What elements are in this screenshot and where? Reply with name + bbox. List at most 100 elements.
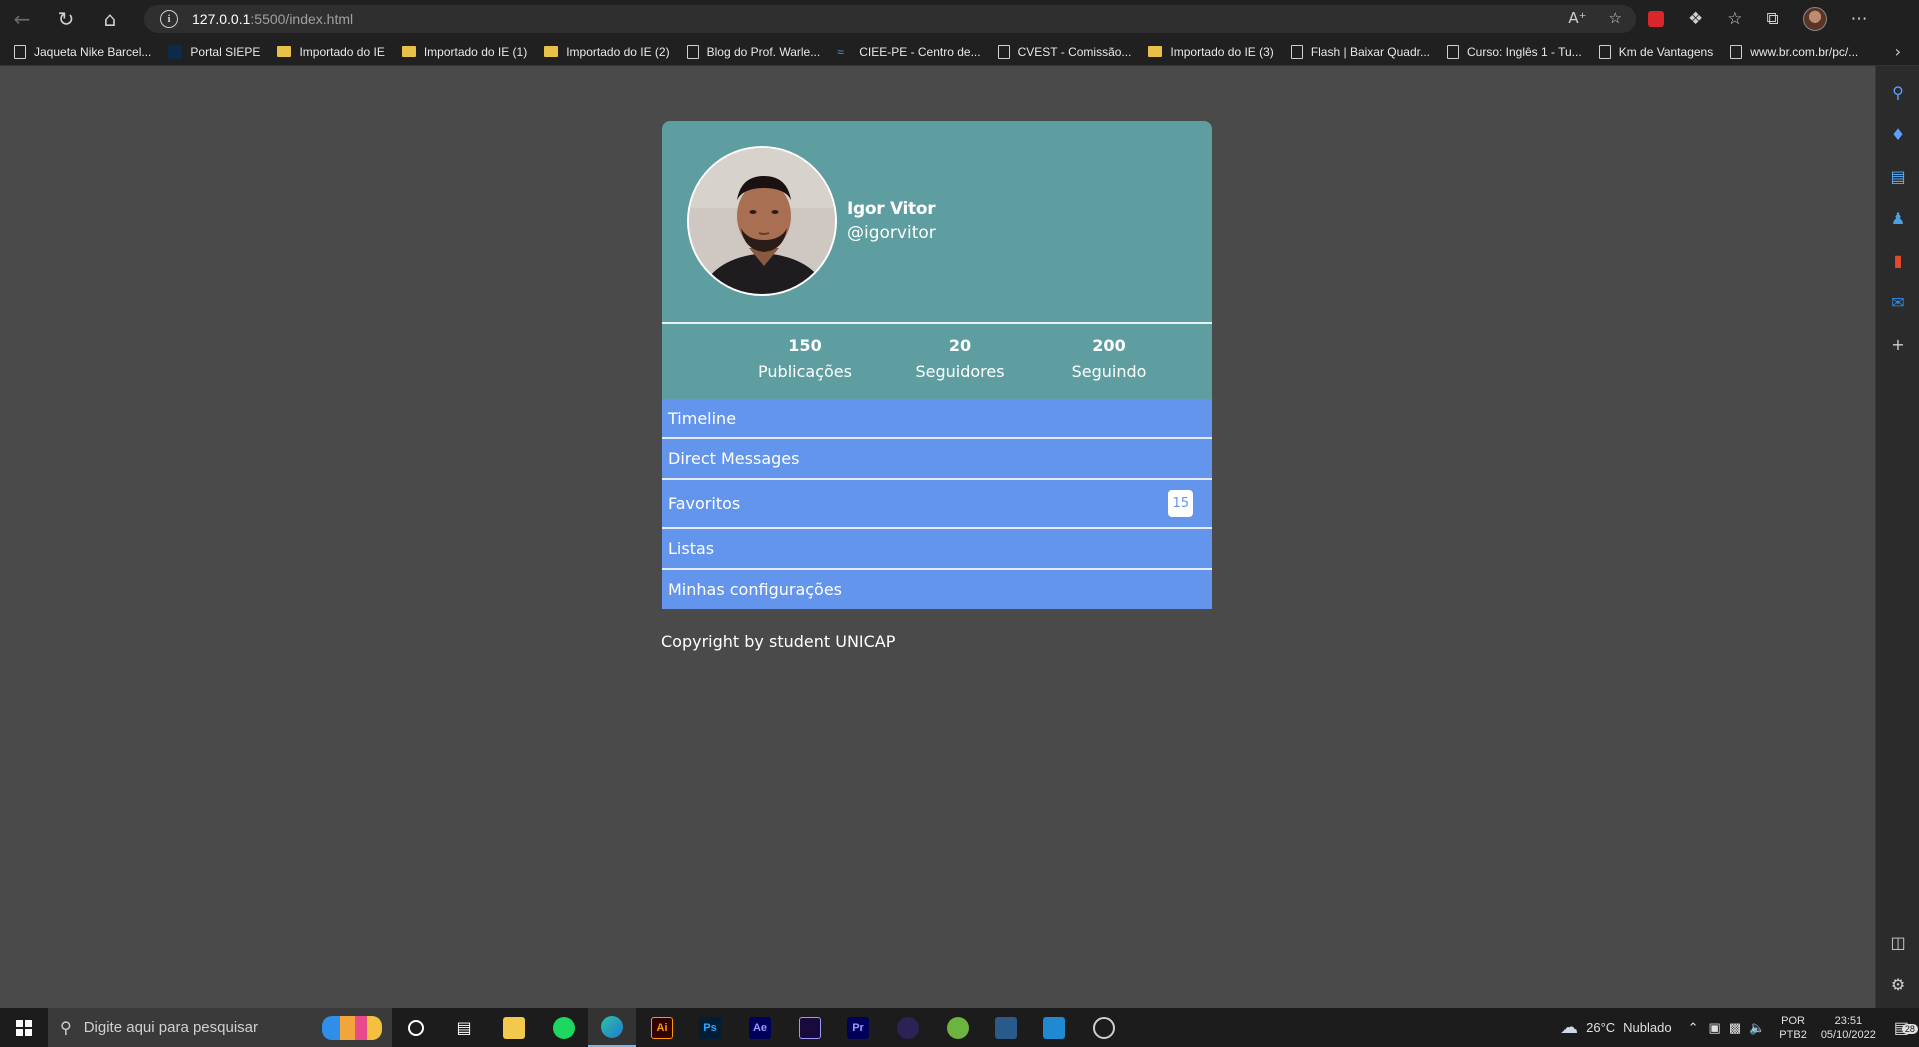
bookmark-item[interactable]: ≈ CIEE-PE - Centro de... xyxy=(837,45,980,59)
bookmark-folder[interactable]: Importado do IE (1) xyxy=(401,45,527,59)
photoshop-button[interactable]: Ps xyxy=(686,1008,734,1047)
add-favorite-icon[interactable]: ☆ xyxy=(1609,9,1622,27)
bookmark-item[interactable]: Curso: Inglês 1 - Tu... xyxy=(1446,44,1582,59)
menu-item-label: Timeline xyxy=(668,408,737,428)
profile-card: Igor Vitor @igorvitor 150 Publicações 20… xyxy=(662,121,1212,609)
menu-item-configuracoes[interactable]: Minhas configurações xyxy=(662,570,1212,609)
clock[interactable]: 23:51 05/10/2022 xyxy=(1821,1014,1876,1042)
profile-avatar-icon[interactable] xyxy=(1802,7,1827,31)
mysql-workbench-button[interactable] xyxy=(982,1008,1030,1047)
bookmark-item[interactable]: www.br.com.br/pc/... xyxy=(1730,44,1859,59)
shopping-tag-icon[interactable]: ♦ xyxy=(1888,124,1908,144)
bookmark-item[interactable]: Blog do Prof. Warle... xyxy=(686,44,820,59)
start-button[interactable] xyxy=(0,1008,48,1047)
cortana-button[interactable] xyxy=(392,1008,440,1047)
spotify-button[interactable] xyxy=(540,1008,588,1047)
extensions-puzzle-icon[interactable]: ❖ xyxy=(1688,9,1703,29)
bookmark-item[interactable]: Jaqueta Nike Barcel... xyxy=(14,44,152,59)
bookmark-folder[interactable]: Importado do IE xyxy=(277,44,385,59)
profile-header: Igor Vitor @igorvitor xyxy=(662,121,1212,322)
weather-desc[interactable]: Nublado xyxy=(1623,1020,1671,1035)
collections-icon[interactable]: ⧉ xyxy=(1767,9,1779,29)
taskbar-search[interactable]: ⚲ Digite aqui para pesquisar xyxy=(48,1008,392,1047)
extension-icon[interactable] xyxy=(1648,11,1664,27)
add-icon[interactable]: + xyxy=(1888,334,1908,354)
stat-label: Seguindo xyxy=(1071,362,1147,381)
media-encoder-button[interactable] xyxy=(786,1008,834,1047)
site-info-icon[interactable]: i xyxy=(160,10,178,28)
obs-button[interactable] xyxy=(1080,1008,1128,1047)
notifications-icon[interactable]: ▤28 xyxy=(1894,1018,1918,1038)
profile-handle: @igorvitor xyxy=(847,223,936,243)
eclipse-button[interactable] xyxy=(884,1008,932,1047)
folder-icon xyxy=(544,46,559,57)
outlook-icon[interactable]: ✉ xyxy=(1888,292,1908,312)
obs-icon xyxy=(1093,1016,1115,1039)
bookmark-label: Curso: Inglês 1 - Tu... xyxy=(1466,44,1582,59)
page-icon xyxy=(1598,44,1611,59)
stat-seguindo: 200 Seguindo xyxy=(1054,336,1164,381)
tools-icon[interactable]: ▤ xyxy=(1888,166,1908,186)
chevron-right-icon[interactable]: › xyxy=(1895,42,1901,61)
weather-temp[interactable]: 26°C xyxy=(1586,1020,1615,1035)
premiere-icon: Pr xyxy=(847,1016,869,1039)
bookmark-label: Importado do IE xyxy=(299,44,385,59)
bookmark-folder[interactable]: Importado do IE (3) xyxy=(1148,45,1274,59)
clock-time: 23:51 xyxy=(1834,1014,1863,1027)
avatar xyxy=(687,146,837,296)
read-aloud-icon[interactable]: A⁺ xyxy=(1568,9,1586,27)
edge-button[interactable] xyxy=(588,1008,636,1047)
search-placeholder: Digite aqui para pesquisar xyxy=(83,1019,258,1036)
bookmark-label: CVEST - Comissão... xyxy=(1017,44,1132,59)
network-icon[interactable]: ▩ xyxy=(1729,1020,1741,1036)
page-icon xyxy=(1290,44,1303,59)
volume-icon[interactable]: 🔈 xyxy=(1749,1020,1765,1036)
url-text[interactable]: 127.0.0.1:5500/index.html xyxy=(192,11,353,27)
vscode-button[interactable] xyxy=(1030,1008,1078,1047)
address-bar[interactable]: i 127.0.0.1:5500/index.html A⁺ ☆ xyxy=(144,5,1636,33)
games-icon[interactable]: ♟ xyxy=(1888,208,1908,228)
page-icon xyxy=(1446,44,1459,59)
lang-bottom: PTB2 xyxy=(1779,1028,1807,1041)
bookmark-label: Portal SIEPE xyxy=(190,44,261,59)
settings-gear-icon[interactable]: ⚙ xyxy=(1888,974,1908,994)
windows-logo-icon xyxy=(16,1019,32,1036)
bookmark-label: Jaqueta Nike Barcel... xyxy=(34,44,152,59)
meet-now-icon[interactable]: ▣ xyxy=(1709,1020,1721,1036)
siepe-icon xyxy=(168,44,183,59)
menu-item-favoritos[interactable]: Favoritos 15 xyxy=(662,480,1212,529)
bookmark-item[interactable]: Km de Vantagens xyxy=(1598,44,1713,59)
page-icon xyxy=(686,44,699,59)
language-indicator[interactable]: POR PTB2 xyxy=(1779,1014,1807,1042)
bookmark-item[interactable]: Portal SIEPE xyxy=(168,44,261,59)
home-button[interactable]: ⌂ xyxy=(88,0,132,38)
menu-item-listas[interactable]: Listas xyxy=(662,529,1212,570)
file-explorer-button[interactable] xyxy=(490,1008,538,1047)
stat-label: Seguidores xyxy=(915,362,1005,381)
favorites-icon[interactable]: ☆ xyxy=(1727,9,1742,29)
profile-name: Igor Vitor xyxy=(847,199,936,219)
illustrator-button[interactable]: Ai xyxy=(638,1008,686,1047)
hide-sidebar-icon[interactable]: ◫ xyxy=(1888,932,1908,952)
browser-titlebar: ← ↻ ⌂ i 127.0.0.1:5500/index.html A⁺ ☆ ❖… xyxy=(0,0,1919,38)
more-menu-icon[interactable]: ⋯ xyxy=(1851,9,1868,29)
bookmark-label: www.br.com.br/pc/... xyxy=(1750,44,1859,59)
menu-item-timeline[interactable]: Timeline xyxy=(662,399,1212,439)
task-view-button[interactable]: ▤ xyxy=(440,1008,488,1047)
stat-value: 200 xyxy=(1092,336,1126,355)
after-effects-button[interactable]: Ae xyxy=(736,1008,784,1047)
back-button[interactable]: ← xyxy=(0,0,44,38)
refresh-button[interactable]: ↻ xyxy=(44,0,88,38)
notification-count: 28 xyxy=(1901,1023,1918,1034)
menu-item-direct-messages[interactable]: Direct Messages xyxy=(662,439,1212,480)
search-icon: ⚲ xyxy=(60,1019,72,1037)
bookmark-item[interactable]: CVEST - Comissão... xyxy=(997,44,1132,59)
premiere-button[interactable]: Pr xyxy=(834,1008,882,1047)
spring-tools-button[interactable] xyxy=(934,1008,982,1047)
url-path: :5500/index.html xyxy=(250,11,354,27)
office-icon[interactable]: ▮ xyxy=(1888,250,1908,270)
chevron-up-icon[interactable]: ⌃ xyxy=(1688,1020,1699,1036)
bookmark-item[interactable]: Flash | Baixar Quadr... xyxy=(1290,44,1430,59)
search-icon[interactable]: ⚲ xyxy=(1888,82,1908,102)
bookmark-folder[interactable]: Importado do IE (2) xyxy=(544,45,670,59)
